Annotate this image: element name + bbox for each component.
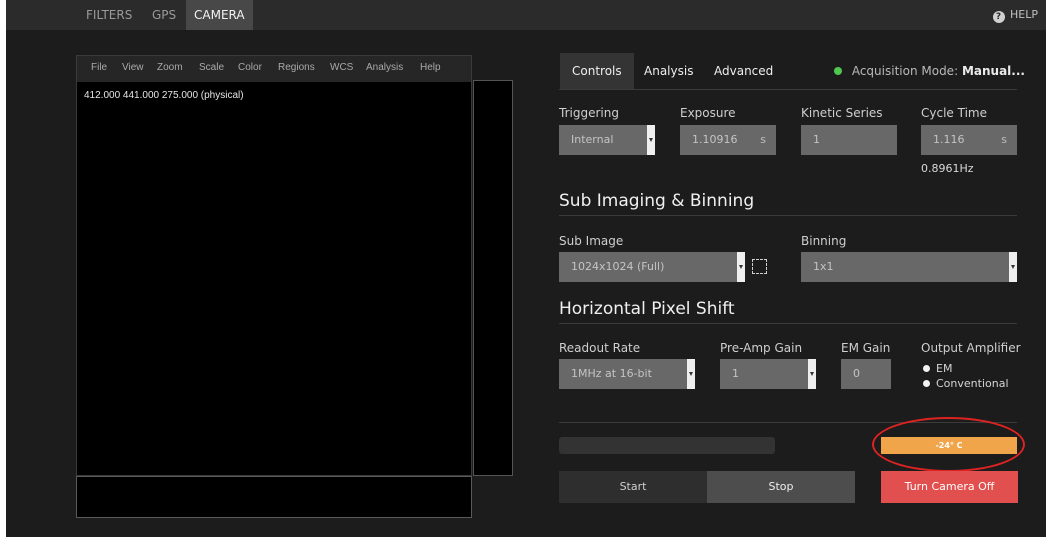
image-viewer[interactable]: File View Zoom Scale Color Regions WCS A… [76,55,472,476]
turn-camera-off-button[interactable]: Turn Camera Off [881,471,1018,503]
chevron-down-icon [1009,252,1017,282]
sub-image-label: Sub Image [559,234,624,248]
viewer-menu-wcs[interactable]: WCS [330,56,353,82]
viewer-bottom-panel [76,476,472,518]
section-sub-imaging: Sub Imaging & Binning [559,191,755,211]
camera-app: FILTERS GPS CAMERA ? HELP File View Zoom… [6,0,1046,537]
viewer-menu-analysis[interactable]: Analysis [366,56,403,82]
binning-select[interactable]: 1x1 [801,252,1017,282]
sub-image-select[interactable]: 1024x1024 (Full) [559,252,745,282]
stop-button[interactable]: Stop [707,471,855,503]
highlight-annotation-ellipse [872,417,1025,472]
viewer-menu-view[interactable]: View [122,56,144,82]
exposure-label: Exposure [680,106,736,120]
output-radio-em[interactable]: EM [923,362,952,375]
em-gain-input[interactable]: 0 [841,359,891,389]
radio-icon [923,365,930,372]
triggering-value: Internal [571,133,614,146]
output-option-em: EM [936,362,953,375]
nav-tab-camera[interactable]: CAMERA [186,0,253,30]
help-button[interactable]: ? HELP [992,0,1038,30]
status-dot-icon [834,67,842,75]
cycle-time-unit: s [1001,133,1007,146]
acquisition-value: Manual... [961,64,1025,78]
binning-value: 1x1 [813,260,834,273]
kinetic-series-value: 1 [813,133,820,146]
preamp-gain-select[interactable]: 1 [720,359,816,389]
help-label: HELP [1010,8,1038,21]
chevron-down-icon [687,359,695,389]
viewer-menu-help[interactable]: Help [420,56,441,82]
viewer-menu-scale[interactable]: Scale [199,56,224,82]
cycle-frequency: 0.8961Hz [921,162,974,175]
binning-label: Binning [801,234,847,248]
viewer-menu-file[interactable]: File [91,56,107,82]
tab-analysis[interactable]: Analysis [632,53,705,89]
tab-advanced[interactable]: Advanced [702,53,785,89]
triggering-label: Triggering [559,106,619,120]
sub-image-value: 1024x1024 (Full) [571,260,665,273]
output-option-conventional: Conventional [936,377,1009,390]
nav-tab-filters[interactable]: FILTERS [78,0,140,30]
readout-rate-select[interactable]: 1MHz at 16-bit [559,359,695,389]
radio-icon [923,380,930,387]
cycle-time-label: Cycle Time [921,106,987,120]
viewer-menu-regions[interactable]: Regions [278,56,315,82]
chevron-down-icon [647,125,655,155]
viewer-side-panel [473,80,513,476]
kinetic-series-label: Kinetic Series [801,106,883,120]
output-radio-conventional[interactable]: Conventional [923,377,1009,390]
viewer-menu-color[interactable]: Color [238,56,262,82]
kinetic-series-input[interactable]: 1 [801,125,897,155]
preamp-gain-label: Pre-Amp Gain [720,341,803,355]
preamp-gain-value: 1 [732,367,739,380]
region-select-icon[interactable] [752,259,767,274]
acquisition-label: Acquisition Mode: [851,64,959,78]
tab-controls[interactable]: Controls [560,53,634,89]
viewer-menu-bar: File View Zoom Scale Color Regions WCS A… [77,56,471,82]
top-nav: FILTERS GPS CAMERA ? HELP [6,0,1046,30]
divider [559,89,1017,90]
start-button[interactable]: Start [559,471,707,503]
acquisition-progress-bar [559,437,775,454]
cycle-time-input[interactable]: 1.116 s [921,125,1017,155]
divider [559,215,1017,216]
exposure-value: 1.10916 [692,133,738,146]
em-gain-label: EM Gain [841,341,891,355]
readout-rate-value: 1MHz at 16-bit [571,367,652,380]
chevron-down-icon [737,252,745,282]
exposure-input[interactable]: 1.10916 s [680,125,776,155]
viewer-menu-zoom[interactable]: Zoom [157,56,183,82]
question-circle-icon: ? [992,11,1005,23]
em-gain-value: 0 [853,367,860,380]
nav-tab-gps[interactable]: GPS [144,0,184,30]
triggering-select[interactable]: Internal [559,125,655,155]
divider [559,323,1017,324]
output-amplifier-label: Output Amplifier [921,341,1021,355]
coordinate-readout: 412.000 441.000 275.000 (physical) [84,90,244,101]
readout-rate-label: Readout Rate [559,341,641,355]
section-pixel-shift: Horizontal Pixel Shift [559,299,735,319]
exposure-unit: s [760,133,766,146]
acquisition-mode: Acquisition Mode: Manual... [834,53,1025,89]
cycle-time-value: 1.116 [933,133,965,146]
chevron-down-icon [808,359,816,389]
